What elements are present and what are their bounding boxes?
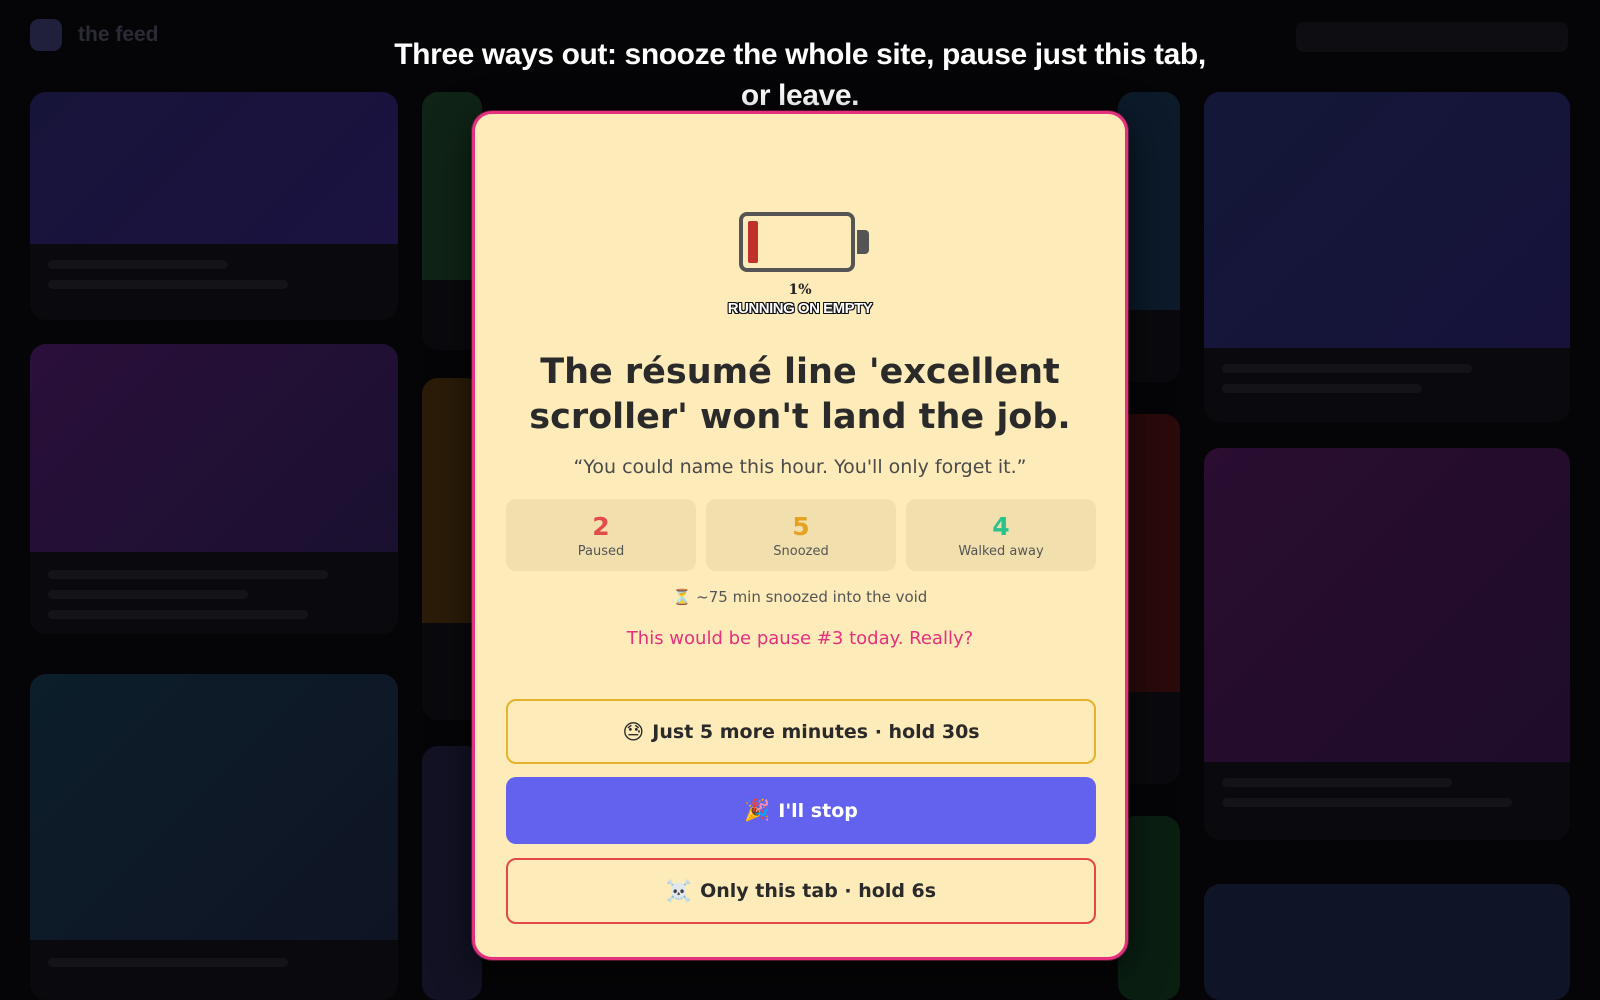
modal-quote: “You could name this hour. You'll only f… <box>573 456 1027 478</box>
stat-value: 5 <box>792 511 810 541</box>
card-text-line <box>48 958 288 967</box>
card-thumbnail <box>1204 884 1570 1000</box>
stat-snoozed: 5 Snoozed <box>706 499 896 571</box>
stat-label: Walked away <box>958 543 1044 559</box>
card-thumbnail <box>1204 92 1570 348</box>
stat-walked-away: 4 Walked away <box>906 499 1096 571</box>
card-text-line <box>48 590 248 599</box>
battery-indicator: 1% RUNNING ON EMPTY <box>475 212 1125 317</box>
app-header: the feed <box>30 18 159 52</box>
feed-card <box>30 674 398 1000</box>
feed-card <box>30 344 398 634</box>
caption: Three ways out: snooze the whole site, p… <box>394 38 1206 112</box>
stat-value: 4 <box>992 511 1010 541</box>
card-thumbnail <box>1204 448 1570 762</box>
pause-tab-button-label: Only this tab · hold 6s <box>700 880 937 902</box>
feed-card <box>30 92 398 320</box>
battery-label: RUNNING ON EMPTY <box>727 300 873 317</box>
battery-level-fill <box>748 221 758 263</box>
snooze-button-label: Just 5 more minutes · hold 30s <box>652 720 980 743</box>
card-text-line <box>48 260 228 269</box>
card-thumbnail <box>30 344 398 552</box>
card-thumbnail <box>30 92 398 244</box>
stop-button[interactable]: 🎉 I'll stop <box>506 777 1096 844</box>
party-popper-icon: 🎉 <box>744 798 771 822</box>
card-text-line <box>1222 364 1472 373</box>
battery-terminal <box>857 230 869 254</box>
pause-warning: This would be pause #3 today. Really? <box>626 628 974 649</box>
card-text-line <box>48 610 308 619</box>
snooze-button[interactable]: 😓 Just 5 more minutes · hold 30s <box>506 699 1096 764</box>
stat-paused: 2 Paused <box>506 499 696 571</box>
card-text-line <box>1222 798 1512 807</box>
battery-percent: 1% <box>788 282 812 298</box>
hourglass-icon: ⏳ <box>672 588 692 606</box>
app-logo <box>30 19 62 51</box>
feed-card <box>1204 884 1570 1000</box>
pause-tab-button[interactable]: ☠️ Only this tab · hold 6s <box>506 858 1096 924</box>
app-title: the feed <box>78 23 159 46</box>
battery-icon <box>739 212 855 272</box>
snoozed-time-text: ~75 min snoozed into the void <box>696 588 928 606</box>
feed-card <box>1204 448 1570 840</box>
sweat-face-icon: 😓 <box>622 719 645 744</box>
feed-card <box>1204 92 1570 422</box>
card-thumbnail <box>30 674 398 940</box>
break-reminder-modal: 1% RUNNING ON EMPTY The résumé line 'exc… <box>472 111 1128 960</box>
skull-crossbones-icon: ☠️ <box>665 878 693 903</box>
stats-row: 2 Paused 5 Snoozed 4 Walked away <box>506 499 1096 571</box>
card-text-line <box>48 280 288 289</box>
card-text-line <box>1222 384 1422 393</box>
search-bar <box>1296 22 1568 52</box>
modal-headline: The résumé line 'excellent scroller' won… <box>529 352 1071 437</box>
stat-label: Paused <box>577 543 625 559</box>
stop-button-label: I'll stop <box>778 799 858 822</box>
card-text-line <box>1222 778 1452 787</box>
stat-label: Snoozed <box>773 543 829 559</box>
stat-value: 2 <box>592 511 610 541</box>
snoozed-time-summary: ⏳ ~75 min snoozed into the void <box>475 588 1125 606</box>
card-text-line <box>48 570 328 579</box>
